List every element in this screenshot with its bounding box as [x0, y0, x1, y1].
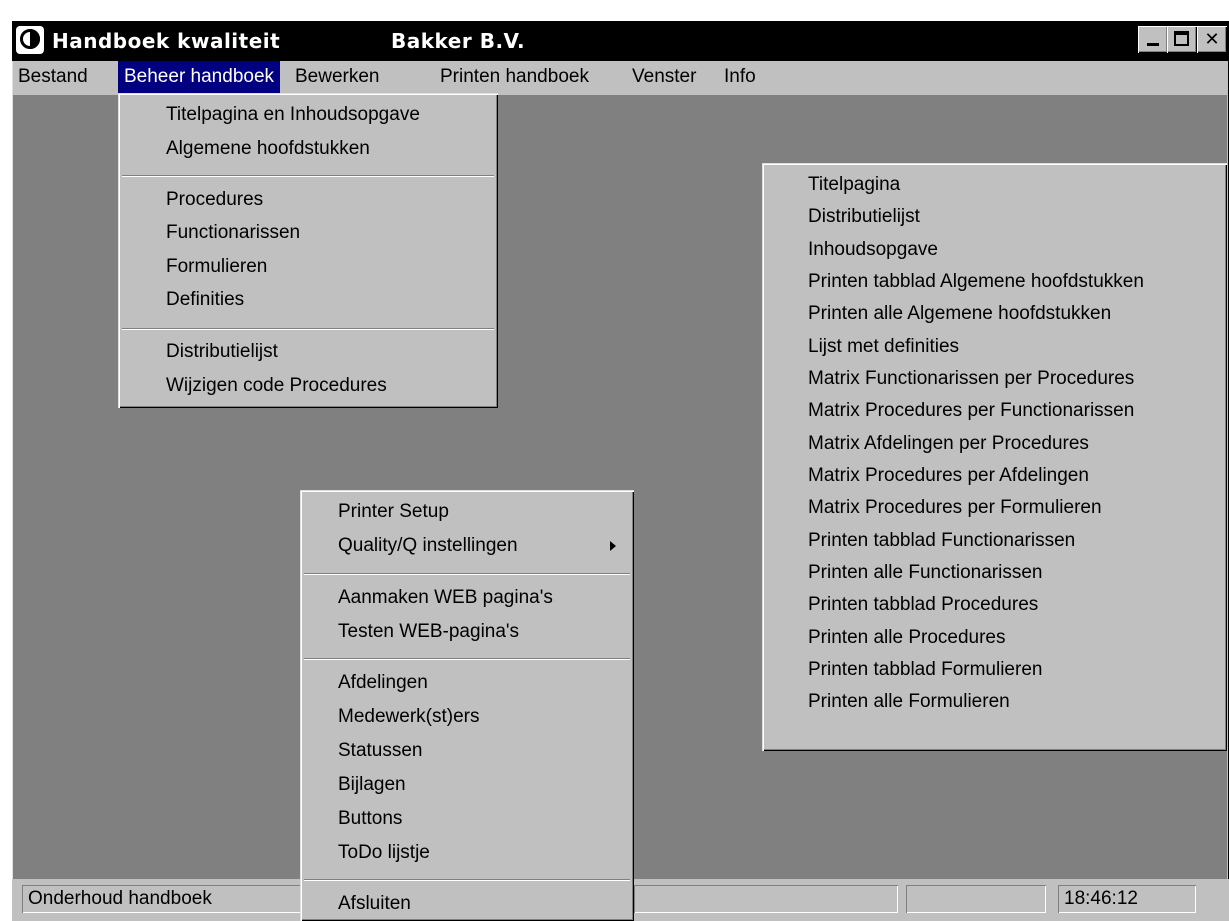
minimize-button[interactable] [1138, 26, 1168, 53]
menu-item-quality-instellingen[interactable]: Quality/Q instellingen [300, 530, 634, 562]
menu-item-wijzigen-code-procedures[interactable]: Wijzigen code Procedures [118, 370, 498, 402]
title-bar[interactable]: Handboek kwaliteit Bakker B.V. ✕ [12, 21, 1229, 61]
menu-bestand[interactable]: Bestand [12, 61, 94, 93]
app-logo-icon[interactable] [16, 26, 44, 54]
menu-item-testen-web[interactable]: Testen WEB-pagina's [300, 616, 634, 648]
print-menu-item[interactable]: Printen alle Functionarissen [762, 557, 1227, 589]
menu-separator [122, 328, 494, 330]
status-message: Onderhoud handboek [22, 885, 307, 913]
status-clock: 18:46:12 [1058, 885, 1196, 913]
menu-beheer-handboek[interactable]: Beheer handboek [118, 61, 281, 93]
window-title: Handboek kwaliteit [52, 29, 281, 53]
close-icon: ✕ [1204, 29, 1220, 50]
menu-bar: Bestand Beheer handboek Bewerken Printen… [12, 61, 1229, 93]
print-menu-item[interactable]: Printen alle Algemene hoofdstukken [762, 298, 1227, 330]
maximize-button[interactable] [1167, 26, 1197, 53]
menu-item-titelpagina-inhoud[interactable]: Titelpagina en Inhoudsopgave [118, 99, 498, 131]
menu-item-quality-label: Quality/Q instellingen [338, 535, 518, 556]
menu-item-functionarissen[interactable]: Functionarissen [118, 217, 498, 249]
bestand-menu: Printer Setup Quality/Q instellingen Aan… [300, 490, 634, 921]
menu-separator [304, 879, 630, 881]
status-panel-blank [634, 885, 898, 913]
print-menu-item[interactable]: Printen tabblad Procedures [762, 589, 1227, 621]
menu-printen-handboek[interactable]: Printen handboek [434, 61, 595, 93]
minimize-icon [1147, 43, 1159, 46]
print-menu-item[interactable]: Lijst met definities [762, 331, 1227, 363]
submenu-arrow-icon [610, 541, 616, 551]
print-menu-item[interactable]: Matrix Functionarissen per Procedures [762, 363, 1227, 395]
menu-item-afsluiten[interactable]: Afsluiten [300, 888, 634, 920]
beheer-handboek-menu: Titelpagina en Inhoudsopgave Algemene ho… [118, 93, 498, 408]
print-menu-item[interactable]: Matrix Procedures per Functionarissen [762, 395, 1227, 427]
print-menu-item[interactable]: Printen tabblad Formulieren [762, 654, 1227, 686]
menu-venster[interactable]: Venster [626, 61, 702, 93]
print-menu-item[interactable]: Inhoudsopgave [762, 234, 1227, 266]
print-menu-item[interactable]: Printen tabblad Algemene hoofdstukken [762, 266, 1227, 298]
menu-separator [304, 573, 630, 575]
menu-separator [122, 175, 494, 177]
print-menu-item[interactable]: Distributielijst [762, 201, 1227, 233]
menu-item-aanmaken-web[interactable]: Aanmaken WEB pagina's [300, 582, 634, 614]
menu-item-algemene-hoofdstukken[interactable]: Algemene hoofdstukken [118, 133, 498, 165]
menu-item-afdelingen[interactable]: Afdelingen [300, 667, 634, 699]
menu-item-statussen[interactable]: Statussen [300, 735, 634, 767]
menu-item-definities[interactable]: Definities [118, 284, 498, 316]
printen-handboek-menu: Titelpagina Distributielijst Inhoudsopga… [762, 163, 1227, 751]
print-menu-item[interactable]: Printen tabblad Functionarissen [762, 525, 1227, 557]
menu-bewerken[interactable]: Bewerken [289, 61, 386, 93]
menu-separator [304, 658, 630, 660]
menu-info[interactable]: Info [718, 61, 762, 93]
menu-item-distributielijst[interactable]: Distributielijst [118, 336, 498, 368]
maximize-icon [1174, 31, 1189, 46]
menu-item-bijlagen[interactable]: Bijlagen [300, 769, 634, 801]
menu-item-formulieren[interactable]: Formulieren [118, 251, 498, 283]
menu-item-procedures[interactable]: Procedures [118, 184, 498, 216]
menu-item-todo-lijstje[interactable]: ToDo lijstje [300, 837, 634, 869]
print-menu-item[interactable]: Matrix Procedures per Afdelingen [762, 460, 1227, 492]
print-menu-item[interactable]: Printen alle Procedures [762, 622, 1227, 654]
menu-item-printer-setup[interactable]: Printer Setup [300, 496, 634, 528]
close-button[interactable]: ✕ [1197, 26, 1227, 53]
menu-item-buttons[interactable]: Buttons [300, 803, 634, 835]
company-name: Bakker B.V. [391, 29, 526, 53]
status-panel-blank-2 [906, 885, 1046, 913]
menu-item-medewerkers[interactable]: Medewerk(st)ers [300, 701, 634, 733]
print-menu-item[interactable]: Matrix Procedures per Formulieren [762, 492, 1227, 524]
print-menu-item[interactable]: Printen alle Formulieren [762, 686, 1227, 718]
print-menu-item[interactable]: Matrix Afdelingen per Procedures [762, 428, 1227, 460]
print-menu-item[interactable]: Titelpagina [762, 169, 1227, 201]
